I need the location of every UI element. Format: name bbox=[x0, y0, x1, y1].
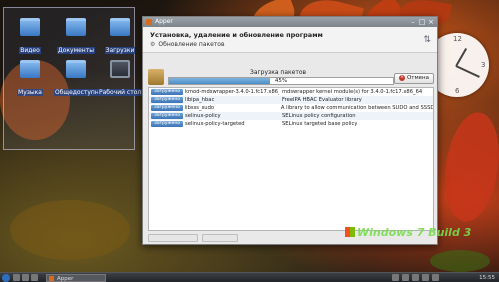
taskbar-task-label: Apper bbox=[57, 276, 74, 282]
desktop-launcher-icon[interactable] bbox=[13, 274, 20, 281]
clock-number: 12 bbox=[453, 35, 462, 43]
clock-number: 6 bbox=[455, 87, 460, 95]
update-icon: ⇅ bbox=[423, 35, 431, 45]
subheading-label: Обновление пакетов bbox=[158, 41, 225, 48]
watermark: Windows 7 Build 3 bbox=[345, 226, 471, 239]
progress-bar: 45% bbox=[168, 77, 394, 85]
table-row[interactable]: Загружено libipa_hbac FreeIPA HBAC Evalu… bbox=[149, 96, 433, 104]
status-badge: Загружено bbox=[151, 105, 183, 111]
taskbar-clock[interactable]: 15:55 bbox=[479, 274, 495, 282]
table-row[interactable]: Загружено selinux-policy-targeted SELinu… bbox=[149, 120, 433, 128]
footer-button-disabled[interactable] bbox=[202, 234, 238, 242]
desktop-icon-music[interactable]: Музыка bbox=[8, 60, 52, 100]
apper-app-icon bbox=[146, 19, 152, 25]
folder-icon bbox=[20, 60, 40, 78]
wallpaper-leaf bbox=[10, 200, 130, 260]
cancel-button[interactable]: × Отмена bbox=[394, 73, 434, 84]
table-row[interactable]: Загружено selinux-policy SELinux policy … bbox=[149, 112, 433, 120]
desktop-icon-public[interactable]: Общедоступные bbox=[54, 60, 98, 100]
cancel-icon: × bbox=[398, 74, 405, 81]
package-list[interactable]: Загружено kmod-mdswrapper-3.4.0-1.fc17.x… bbox=[148, 87, 434, 231]
package-description: SELinux targeted base policy bbox=[282, 121, 358, 127]
package-name: libsss_sudo bbox=[184, 105, 215, 111]
package-name: selinux-policy-targeted bbox=[185, 121, 245, 127]
desktop-icon-label: Общедоступные bbox=[54, 89, 98, 96]
status-badge: Загружено bbox=[151, 113, 183, 119]
cancel-label: Отмена bbox=[406, 75, 430, 81]
progress-label: Загрузка пакетов bbox=[249, 69, 307, 76]
taskbar: Apper 15:55 bbox=[0, 272, 499, 282]
window-header: Установка, удаление и обновление програм… bbox=[143, 27, 437, 53]
wallpaper-leaf bbox=[430, 250, 490, 272]
folder-icon bbox=[20, 18, 40, 36]
table-row[interactable]: Загружено kmod-mdswrapper-3.4.0-1.fc17.x… bbox=[149, 88, 433, 96]
desktop-icon-video[interactable]: Видео bbox=[8, 18, 52, 58]
volume-icon[interactable] bbox=[402, 274, 409, 281]
desktop-icon-downloads[interactable]: Загрузки bbox=[98, 18, 142, 58]
taskbar-task-apper[interactable]: Apper bbox=[46, 274, 106, 282]
download-progress-section: Загрузка пакетов 45% × Отмена bbox=[148, 69, 434, 85]
watermark-text: Windows 7 Build 3 bbox=[357, 226, 472, 239]
package-name: kmod-mdswrapper-3.4.0-1.fc17.x86_64 bbox=[185, 89, 279, 95]
page-title: Установка, удаление и обновление програм… bbox=[150, 31, 323, 39]
maximize-icon[interactable]: □ bbox=[418, 18, 426, 26]
folder-icon bbox=[66, 18, 86, 36]
progress-percent: 45% bbox=[274, 78, 288, 84]
wallpaper-leaf bbox=[438, 108, 499, 226]
package-description: SELinux policy configuration bbox=[282, 113, 356, 119]
fedora-menu-icon[interactable] bbox=[2, 274, 10, 282]
package-icon bbox=[148, 69, 164, 85]
package-description: mdswrapper kernel module(s) for 3.4.0-1.… bbox=[282, 89, 423, 95]
desktop-icon-label: Музыка bbox=[17, 89, 43, 96]
network-icon[interactable] bbox=[392, 274, 399, 281]
apper-app-icon bbox=[49, 276, 54, 281]
home-launcher-icon[interactable] bbox=[22, 274, 29, 281]
folder-icon bbox=[110, 18, 130, 36]
package-name: selinux-policy bbox=[185, 113, 221, 119]
windows-logo-icon bbox=[345, 227, 355, 237]
monitor-icon bbox=[110, 60, 130, 78]
gear-icon: ⚙ bbox=[150, 41, 156, 48]
clock-minute-hand bbox=[455, 65, 480, 78]
notifications-icon[interactable] bbox=[432, 274, 439, 281]
desktop-icon-label: Загрузки bbox=[104, 47, 136, 54]
desktop-icon-desktop[interactable]: Рабочий стол bbox=[98, 60, 142, 100]
footer-button-disabled[interactable] bbox=[148, 234, 198, 242]
apper-window: Apper – □ × Установка, удаление и обновл… bbox=[142, 16, 438, 245]
close-icon[interactable]: × bbox=[427, 18, 435, 26]
window-titlebar[interactable]: Apper – □ × bbox=[143, 17, 437, 27]
minimize-icon[interactable]: – bbox=[409, 18, 417, 26]
browser-launcher-icon[interactable] bbox=[31, 274, 38, 281]
status-badge: Загружено bbox=[151, 97, 183, 103]
window-title: Apper bbox=[155, 18, 173, 25]
status-badge: Загружено bbox=[151, 121, 183, 127]
battery-icon[interactable] bbox=[422, 274, 429, 281]
clock-hour-hand bbox=[455, 48, 467, 67]
desktop-icon-label: Рабочий стол bbox=[98, 89, 142, 96]
status-badge: Загружено bbox=[151, 89, 183, 95]
clock-number: 3 bbox=[481, 61, 486, 69]
breadcrumb: ⚙ Обновление пакетов bbox=[150, 41, 225, 48]
desktop-icon-documents[interactable]: Документы bbox=[54, 18, 98, 58]
package-description: FreeIPA HBAC Evaluator library bbox=[282, 97, 362, 103]
desktop-icon-label: Документы bbox=[57, 47, 95, 54]
updates-icon[interactable] bbox=[412, 274, 419, 281]
package-name: libipa_hbac bbox=[185, 97, 215, 103]
package-description: A library to allow communication between… bbox=[280, 105, 433, 111]
desktop-icon-label: Видео bbox=[19, 47, 41, 54]
folder-icon bbox=[66, 60, 86, 78]
table-row[interactable]: Загружено libsss_sudo A library to allow… bbox=[149, 104, 433, 112]
